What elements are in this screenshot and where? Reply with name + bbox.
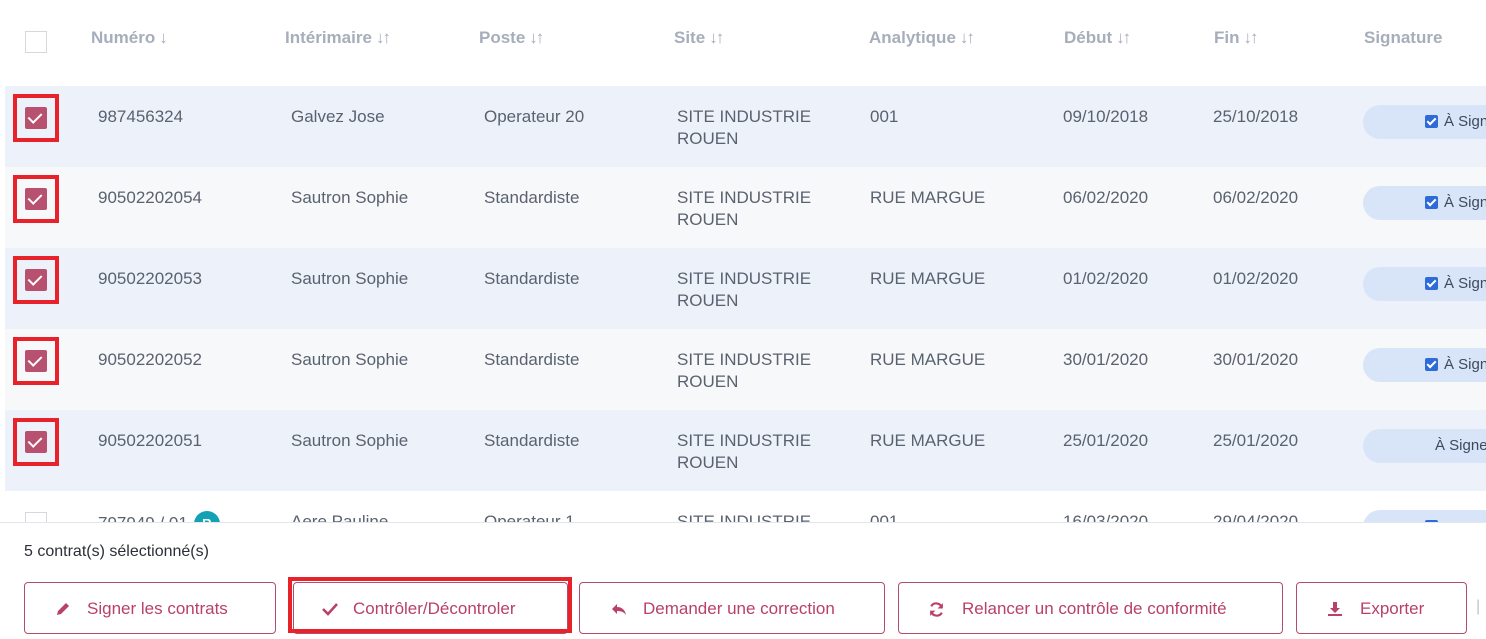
- cell-numero: 90502202054: [98, 188, 203, 207]
- cell-debut: 30/01/2020: [1063, 350, 1149, 369]
- cell-debut: 25/01/2020: [1063, 431, 1149, 450]
- more-actions-edge: |: [1476, 598, 1481, 615]
- bulk-action-bar: 5 contrat(s) sélectionné(s) Signer les c…: [0, 522, 1486, 639]
- cell-analytique: 001: [870, 512, 899, 522]
- cell-poste: Standardiste: [484, 350, 580, 369]
- signature-status-badge[interactable]: À Signer: [1363, 186, 1486, 220]
- cell-site: SITE INDUSTRIE ROUEN: [677, 188, 812, 229]
- reply-icon: [612, 604, 626, 615]
- cell-fin: 25/01/2020: [1213, 431, 1299, 450]
- cell-numero: 797949 / 01R: [98, 511, 220, 522]
- select-all-checkbox[interactable]: [25, 31, 47, 53]
- contracts-table: Numéro ↓ Intérimaire ↓↑ Poste ↓↑ Site ↓↑ Ana…: [0, 0, 1486, 522]
- table-row[interactable]: 797949 / 01R Aere Pauline Operateur 1 SI…: [5, 491, 1486, 522]
- cell-poste: Standardiste: [484, 269, 580, 288]
- sign-contracts-button[interactable]: Signer les contrats: [24, 582, 276, 634]
- cell-debut: 16/03/2020: [1063, 512, 1149, 522]
- cell-fin: 06/02/2020: [1213, 188, 1299, 207]
- cell-analytique: RUE MARGUE: [870, 350, 986, 369]
- relaunch-compliance-button[interactable]: Relancer un contrôle de conformité: [898, 582, 1283, 634]
- row-checkbox[interactable]: [25, 269, 47, 291]
- header-debut[interactable]: Début ↓↑: [1064, 28, 1131, 48]
- cell-numero: 90502202053: [98, 269, 203, 288]
- header-fin[interactable]: Fin ↓↑: [1214, 28, 1259, 48]
- table-row[interactable]: 90502202051 Sautron Sophie Standardiste …: [5, 410, 1486, 491]
- selection-count: 5 contrat(s) sélectionné(s): [24, 543, 209, 560]
- sort-icon: ↓↑: [959, 28, 975, 47]
- checkbox-icon: [1425, 115, 1438, 128]
- row-checkbox[interactable]: [25, 188, 47, 210]
- cell-site: SITE INDUSTRIE ROUEN: [677, 350, 812, 391]
- cell-numero: 90502202052: [98, 350, 203, 369]
- cell-debut: 01/02/2020: [1063, 269, 1149, 288]
- checkbox-icon: [1425, 358, 1438, 371]
- row-checkbox[interactable]: [25, 431, 47, 453]
- cell-fin: 25/10/2018: [1213, 107, 1299, 126]
- status-badge: R: [193, 511, 220, 522]
- signature-status-badge[interactable]: À Signer: [1363, 105, 1486, 139]
- highlight-box: [288, 577, 572, 633]
- export-button[interactable]: Exporter: [1296, 582, 1467, 634]
- cell-analytique: RUE MARGUE: [870, 269, 986, 288]
- cell-numero: 987456324: [98, 107, 184, 126]
- header-site[interactable]: Site ↓↑: [674, 28, 724, 48]
- cell-fin: 01/02/2020: [1213, 269, 1299, 288]
- cell-debut: 09/10/2018: [1063, 107, 1149, 126]
- checkbox-icon: [1425, 196, 1438, 209]
- sort-down-icon: ↓: [159, 28, 167, 47]
- table-header: Numéro ↓ Intérimaire ↓↑ Poste ↓↑ Site ↓↑ Ana…: [0, 0, 1486, 72]
- table-row[interactable]: 90502202054 Sautron Sophie Standardiste …: [5, 167, 1486, 248]
- download-icon: [1328, 602, 1342, 616]
- header-poste[interactable]: Poste ↓↑: [479, 28, 544, 48]
- request-correction-button[interactable]: Demander une correction: [579, 582, 885, 634]
- header-analytique[interactable]: Analytique ↓↑: [869, 28, 975, 48]
- cell-poste: Standardiste: [484, 188, 580, 207]
- sort-icon: ↓↑: [709, 28, 724, 47]
- row-checkbox[interactable]: [25, 350, 47, 372]
- sort-icon: ↓↑: [529, 28, 544, 47]
- header-signature: Signature: [1364, 28, 1443, 47]
- header-interimaire[interactable]: Intérimaire ↓↑: [285, 28, 391, 48]
- table-row[interactable]: 90502202053 Sautron Sophie Standardiste …: [5, 248, 1486, 329]
- row-checkbox[interactable]: [25, 512, 47, 522]
- cell-fin: 29/04/2020: [1213, 512, 1299, 522]
- pencil-icon: [57, 603, 69, 615]
- signature-status-badge[interactable]: À Signer: [1363, 267, 1486, 301]
- checkbox-icon: [1425, 277, 1438, 290]
- sort-icon: ↓↑: [1243, 28, 1259, 47]
- cell-site: SITE INDUSTRIE ROUEN: [677, 107, 812, 148]
- refresh-icon: [930, 602, 943, 617]
- cell-numero: 90502202051: [98, 431, 203, 450]
- signature-status-badge[interactable]: À Signer: [1363, 348, 1486, 382]
- row-checkbox[interactable]: [25, 107, 47, 129]
- cell-poste: Operateur 1: [484, 512, 575, 522]
- table-row[interactable]: 90502202052 Sautron Sophie Standardiste …: [5, 329, 1486, 410]
- cell-interimaire: Sautron Sophie: [291, 431, 409, 450]
- cell-interimaire: Sautron Sophie: [291, 350, 409, 369]
- cell-interimaire: Aere Pauline: [291, 512, 389, 522]
- cell-interimaire: Galvez Jose: [291, 107, 385, 126]
- signature-status-badge[interactable]: À Signer: [1363, 429, 1486, 463]
- cell-poste: Operateur 20: [484, 107, 585, 126]
- cell-poste: Standardiste: [484, 431, 580, 450]
- cell-analytique: RUE MARGUE: [870, 431, 986, 450]
- header-numero[interactable]: Numéro ↓: [91, 28, 168, 48]
- cell-fin: 30/01/2020: [1213, 350, 1299, 369]
- cell-site: SITE INDUSTRIE: [677, 512, 812, 522]
- cell-site: SITE INDUSTRIE ROUEN: [677, 269, 812, 310]
- cell-site: SITE INDUSTRIE ROUEN: [677, 431, 812, 472]
- sort-icon: ↓↑: [375, 28, 391, 47]
- signature-status-badge[interactable]: [1363, 510, 1486, 522]
- cell-interimaire: Sautron Sophie: [291, 269, 409, 288]
- sort-icon: ↓↑: [1116, 28, 1131, 47]
- cell-interimaire: Sautron Sophie: [291, 188, 409, 207]
- cell-analytique: 001: [870, 107, 899, 126]
- table-row[interactable]: 987456324 Galvez Jose Operateur 20 SITE …: [5, 86, 1486, 167]
- cell-analytique: RUE MARGUE: [870, 188, 986, 207]
- cell-debut: 06/02/2020: [1063, 188, 1149, 207]
